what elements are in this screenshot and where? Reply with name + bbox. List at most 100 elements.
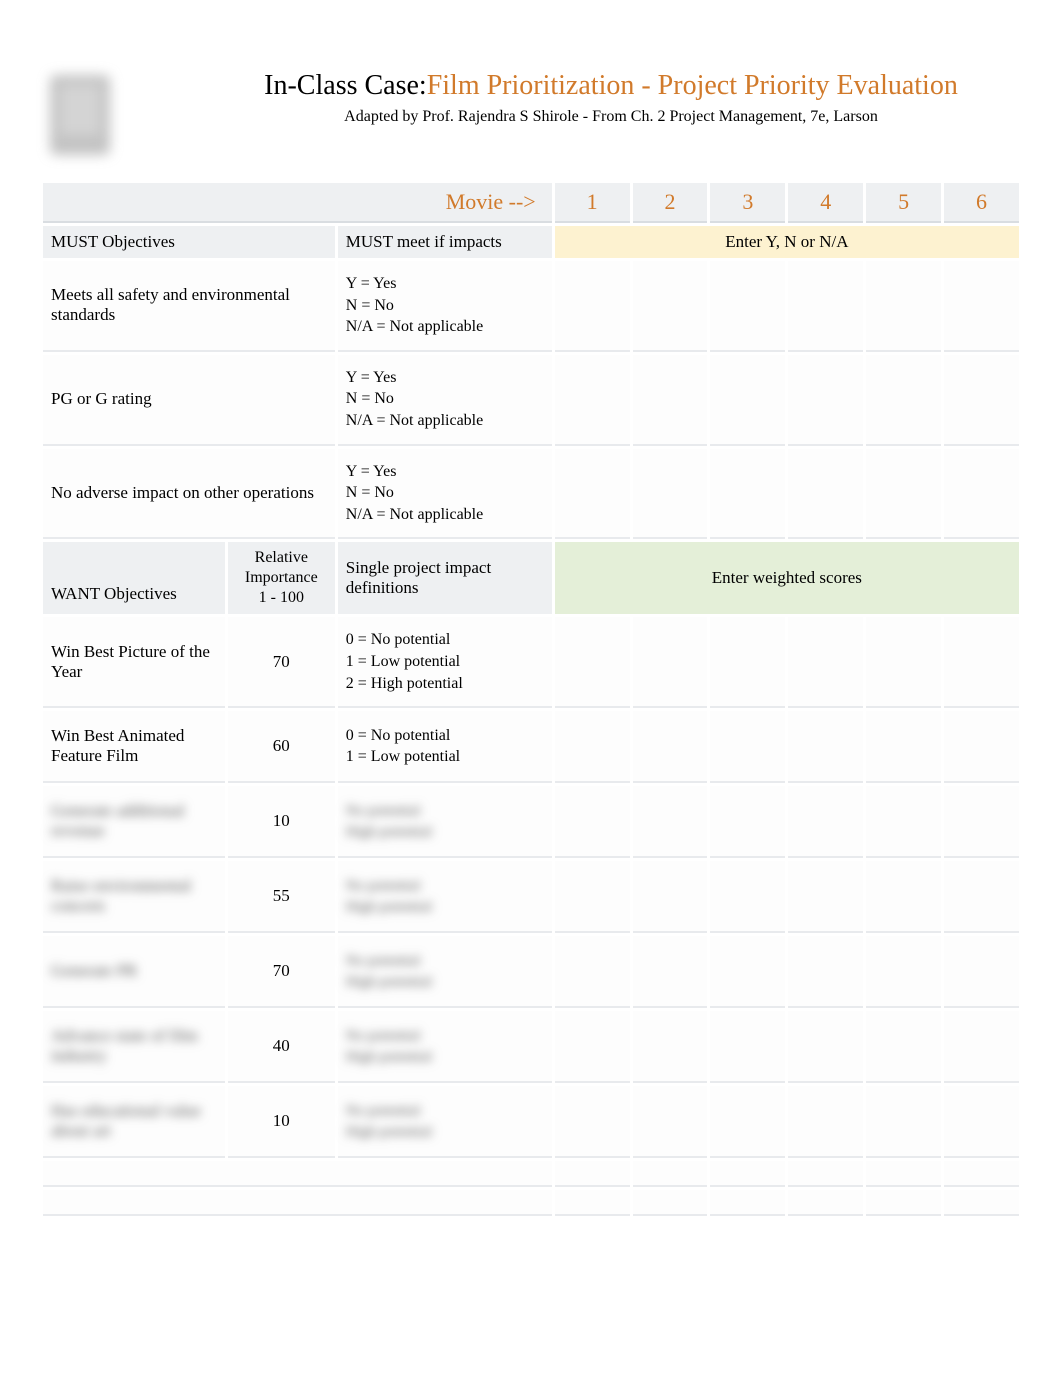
score-input[interactable] <box>555 786 630 858</box>
want-importance: 55 <box>228 861 335 933</box>
score-input[interactable] <box>633 261 708 352</box>
score-input[interactable] <box>788 786 863 858</box>
footer-row <box>43 1190 1019 1216</box>
want-objective-label: Win Best Animated Feature Film <box>43 711 225 783</box>
logo-image <box>40 70 120 160</box>
score-input[interactable] <box>633 1086 708 1158</box>
score-input[interactable] <box>944 711 1019 783</box>
score-input[interactable] <box>633 786 708 858</box>
score-input[interactable] <box>555 449 630 540</box>
want-definition: 0 = No potential 1 = Low potential <box>338 711 552 783</box>
score-input[interactable] <box>866 936 941 1008</box>
want-importance: 70 <box>228 617 335 708</box>
must-objective-label: Meets all safety and environmental stand… <box>43 261 335 352</box>
score-input[interactable] <box>710 1011 785 1083</box>
score-input[interactable] <box>788 936 863 1008</box>
must-legend: Y = Yes N = No N/A = Not applicable <box>338 355 552 446</box>
score-input[interactable] <box>866 449 941 540</box>
want-row: Generate additional revenue 10 No potent… <box>43 786 1019 858</box>
score-input[interactable] <box>788 1086 863 1158</box>
page-subtitle: Adapted by Prof. Rajendra S Shirole - Fr… <box>200 108 1022 126</box>
must-meet-label: MUST meet if impacts <box>338 226 552 258</box>
want-importance: 10 <box>228 786 335 858</box>
score-input[interactable] <box>710 861 785 933</box>
score-input[interactable] <box>710 936 785 1008</box>
movie-arrow-label: Movie --> <box>43 183 552 223</box>
score-input[interactable] <box>866 355 941 446</box>
must-objective-label: PG or G rating <box>43 355 335 446</box>
score-input[interactable] <box>710 617 785 708</box>
score-input[interactable] <box>866 861 941 933</box>
score-input[interactable] <box>633 711 708 783</box>
want-definition: No potential High potential <box>338 1011 552 1083</box>
score-input[interactable] <box>944 861 1019 933</box>
want-definition: 0 = No potential 1 = Low potential 2 = H… <box>338 617 552 708</box>
must-header-row: MUST Objectives MUST meet if impacts Ent… <box>43 226 1019 258</box>
movie-col-3: 3 <box>710 183 785 223</box>
score-input[interactable] <box>555 861 630 933</box>
score-input[interactable] <box>633 861 708 933</box>
score-input[interactable] <box>944 355 1019 446</box>
movie-col-1: 1 <box>555 183 630 223</box>
score-input[interactable] <box>555 711 630 783</box>
want-definition: No potential High potential <box>338 786 552 858</box>
score-input[interactable] <box>710 1086 785 1158</box>
score-input[interactable] <box>710 261 785 352</box>
want-objective-label: Raise environmental concern <box>43 861 225 933</box>
score-input[interactable] <box>788 261 863 352</box>
want-importance: 40 <box>228 1011 335 1083</box>
score-input[interactable] <box>944 1086 1019 1158</box>
want-row: Win Best Picture of the Year 70 0 = No p… <box>43 617 1019 708</box>
score-input[interactable] <box>788 617 863 708</box>
want-objective-label: Generate PR <box>43 936 225 1008</box>
score-input[interactable] <box>788 1011 863 1083</box>
title-prefix: In-Class Case: <box>264 70 427 101</box>
score-input[interactable] <box>944 1011 1019 1083</box>
score-input[interactable] <box>866 711 941 783</box>
score-input[interactable] <box>944 261 1019 352</box>
score-input[interactable] <box>710 355 785 446</box>
score-input[interactable] <box>788 711 863 783</box>
want-objective-label: Win Best Picture of the Year <box>43 617 225 708</box>
score-input[interactable] <box>555 355 630 446</box>
score-input[interactable] <box>710 449 785 540</box>
score-input[interactable] <box>555 1011 630 1083</box>
score-input[interactable] <box>633 1011 708 1083</box>
movie-header-row: Movie --> 1 2 3 4 5 6 <box>43 183 1019 223</box>
want-importance: 70 <box>228 936 335 1008</box>
score-input[interactable] <box>633 449 708 540</box>
enter-weighted-label: Enter weighted scores <box>555 542 1019 614</box>
score-input[interactable] <box>633 355 708 446</box>
score-input[interactable] <box>866 1011 941 1083</box>
score-input[interactable] <box>944 936 1019 1008</box>
score-input[interactable] <box>866 617 941 708</box>
want-importance: 10 <box>228 1086 335 1158</box>
score-input[interactable] <box>788 449 863 540</box>
score-input[interactable] <box>944 786 1019 858</box>
score-input[interactable] <box>710 711 785 783</box>
must-objectives-label: MUST Objectives <box>43 226 335 258</box>
movie-col-5: 5 <box>866 183 941 223</box>
score-input[interactable] <box>866 1086 941 1158</box>
score-input[interactable] <box>866 786 941 858</box>
footer-row <box>43 1161 1019 1187</box>
score-input[interactable] <box>944 617 1019 708</box>
want-objective-label: Advance state of film industry <box>43 1011 225 1083</box>
movie-col-6: 6 <box>944 183 1019 223</box>
score-input[interactable] <box>866 261 941 352</box>
score-input[interactable] <box>633 936 708 1008</box>
want-definition: No potential High potential <box>338 861 552 933</box>
want-objective-label: Generate additional revenue <box>43 786 225 858</box>
score-input[interactable] <box>944 449 1019 540</box>
definitions-header: Single project impact definitions <box>338 542 552 614</box>
score-input[interactable] <box>555 617 630 708</box>
score-input[interactable] <box>788 861 863 933</box>
score-input[interactable] <box>555 261 630 352</box>
importance-header: Relative Importance 1 - 100 <box>228 542 335 614</box>
score-input[interactable] <box>555 936 630 1008</box>
score-input[interactable] <box>555 1086 630 1158</box>
score-input[interactable] <box>633 617 708 708</box>
score-input[interactable] <box>788 355 863 446</box>
score-input[interactable] <box>710 786 785 858</box>
must-legend: Y = Yes N = No N/A = Not applicable <box>338 261 552 352</box>
